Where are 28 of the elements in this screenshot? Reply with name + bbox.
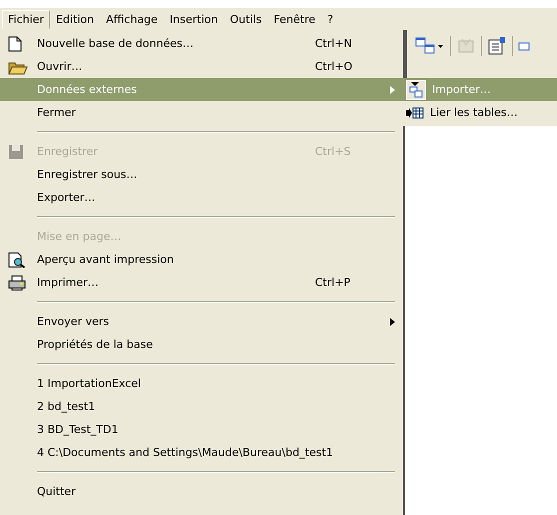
menu-item[interactable]: Propriétés de la base: [0, 333, 403, 356]
menu-item[interactable]: Envoyer vers: [0, 310, 403, 333]
menu-item[interactable]: Fermer: [0, 101, 403, 124]
link-table-icon: [406, 106, 424, 120]
submenu-item[interactable]: Lier les tables…: [403, 101, 557, 124]
menu-bar-item[interactable]: Fichier: [2, 10, 50, 28]
menu-item[interactable]: Imprimer… Ctrl+P: [0, 271, 403, 294]
menu-bar-item[interactable]: Edition: [50, 10, 100, 28]
menu-item[interactable]: 3 BD_Test_TD1: [0, 418, 403, 441]
menu-item[interactable]: 1 ImportationExcel: [0, 372, 403, 395]
menu-item[interactable]: Ouvrir… Ctrl+O: [0, 55, 403, 78]
menu-bar-item[interactable]: ?: [321, 10, 340, 28]
properties-icon[interactable]: [487, 36, 507, 56]
menu-bar-item[interactable]: Outils: [224, 10, 268, 28]
menu-item[interactable]: 2 bd_test1: [0, 395, 403, 418]
blank-page-icon: [8, 36, 22, 52]
menu-item[interactable]: Exporter…: [0, 186, 403, 209]
printer-icon: [8, 274, 26, 290]
menu-item[interactable]: 4 C:\Documents and Settings\Maude\Bureau\bd_test1: [0, 441, 403, 464]
menu-bar-item[interactable]: Insertion: [164, 10, 224, 28]
table-view-icon[interactable]: [415, 36, 445, 56]
menu-item[interactable]: Enregistrer sous…: [0, 163, 403, 186]
menu-bar-item[interactable]: Affichage: [100, 10, 164, 28]
menu-item[interactable]: Aperçu avant impression: [0, 248, 403, 271]
menu-item[interactable]: Nouvelle base de données… Ctrl+N: [0, 32, 403, 55]
menu-item[interactable]: Quitter: [0, 480, 403, 503]
print-preview-icon: [8, 252, 26, 268]
menu-bar-item[interactable]: Fenêtre: [268, 10, 322, 28]
